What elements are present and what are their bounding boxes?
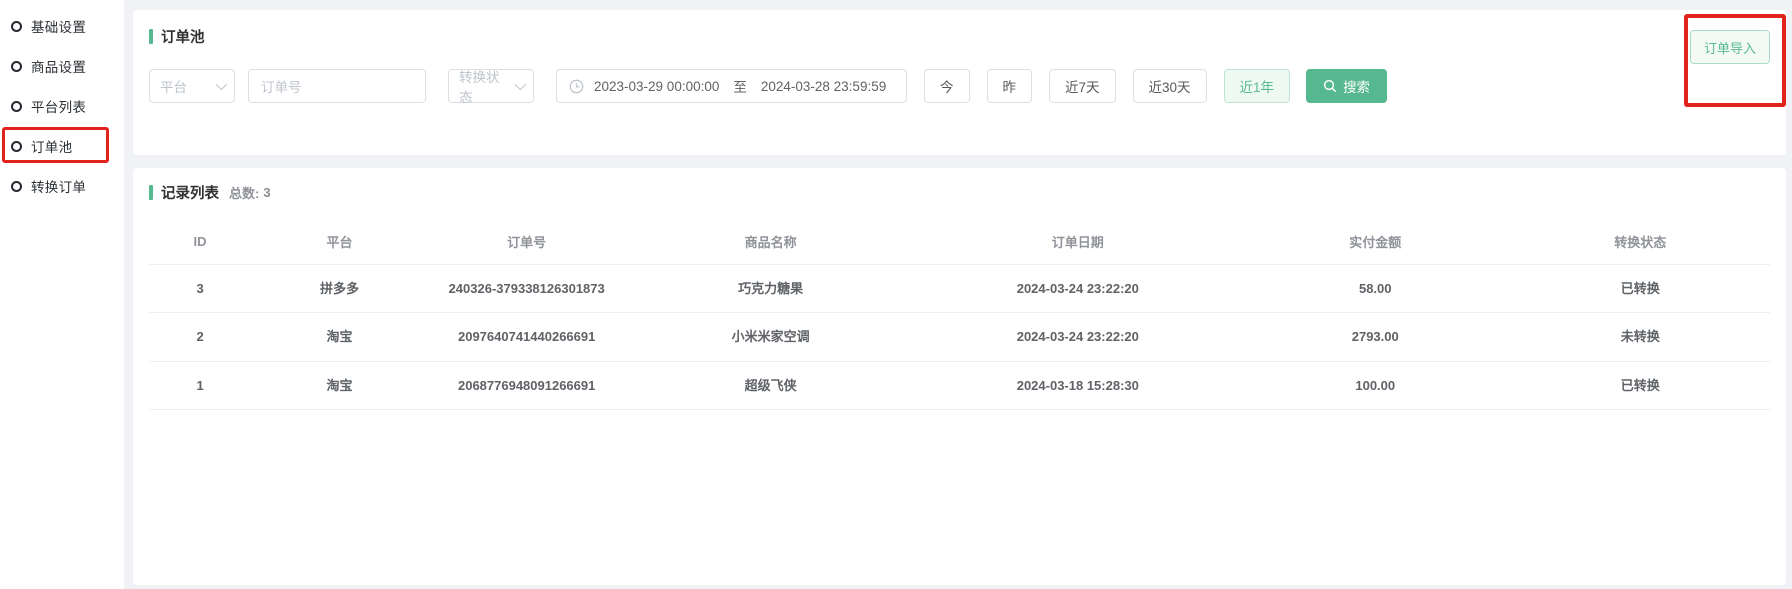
cell-product: 巧克力糖果 bbox=[626, 265, 916, 313]
cell-paid-amount: 58.00 bbox=[1240, 265, 1511, 313]
circle-icon bbox=[11, 141, 22, 152]
column-header: ID bbox=[149, 219, 251, 265]
cell-paid-amount: 2793.00 bbox=[1240, 313, 1511, 361]
column-header: 平台 bbox=[251, 219, 428, 265]
records-table: ID平台订单号商品名称订单日期实付金额转换状态 3拼多多240326-37933… bbox=[149, 219, 1770, 410]
cell-order-no: 2097640741440266691 bbox=[428, 313, 626, 361]
records-body: 3拼多多240326-379338126301873巧克力糖果2024-03-2… bbox=[149, 265, 1770, 410]
main-content: 订单池 平台 订单号 转换状态 2023-0 bbox=[133, 0, 1786, 589]
sidebar-item-product-settings[interactable]: 商品设置 bbox=[0, 46, 124, 86]
page-title: 订单池 bbox=[161, 26, 205, 47]
date-range-picker[interactable]: 2023-03-29 00:00:00 至 2024-03-28 23:59:5… bbox=[556, 69, 907, 103]
record-total-value: 3 bbox=[263, 185, 270, 200]
sidebar-item-basic-settings[interactable]: 基础设置 bbox=[0, 6, 124, 46]
sidebar-item-label: 转换订单 bbox=[31, 176, 86, 196]
circle-icon bbox=[11, 181, 22, 192]
convert-status-placeholder: 转换状态 bbox=[459, 66, 509, 106]
cell-id: 1 bbox=[149, 361, 251, 409]
cell-platform: 淘宝 bbox=[251, 313, 428, 361]
record-list-title-row: 记录列表 总数: 3 bbox=[149, 182, 1770, 203]
app-screen: 基础设置商品设置平台列表订单池转换订单 订单池 平台 订单号 转换状态 bbox=[0, 0, 1792, 589]
sidebar-item-label: 基础设置 bbox=[31, 16, 86, 36]
panel-title-row: 订单池 bbox=[149, 26, 1770, 47]
clock-icon bbox=[569, 79, 584, 94]
sidebar-item-order-pool[interactable]: 订单池 bbox=[0, 126, 124, 166]
chevron-down-icon bbox=[216, 79, 227, 90]
date-range-separator: 至 bbox=[733, 76, 747, 96]
cell-product: 超级飞侠 bbox=[626, 361, 916, 409]
sidebar-menu: 基础设置商品设置平台列表订单池转换订单 bbox=[0, 6, 124, 206]
table-row: 3拼多多240326-379338126301873巧克力糖果2024-03-2… bbox=[149, 265, 1770, 313]
title-accent-bar bbox=[149, 29, 153, 44]
sidebar: 基础设置商品设置平台列表订单池转换订单 bbox=[0, 0, 124, 589]
platform-select[interactable]: 平台 bbox=[149, 69, 235, 103]
records-table-wrap: ID平台订单号商品名称订单日期实付金额转换状态 3拼多多240326-37933… bbox=[149, 219, 1770, 410]
cell-paid-amount: 100.00 bbox=[1240, 361, 1511, 409]
record-list-panel: 记录列表 总数: 3 ID平台订单号商品名称订单日期实付金额转换状态 3拼多多2… bbox=[133, 168, 1786, 585]
order-pool-panel: 订单池 平台 订单号 转换状态 2023-0 bbox=[133, 10, 1786, 155]
platform-select-placeholder: 平台 bbox=[160, 76, 187, 96]
order-no-input[interactable]: 订单号 bbox=[248, 69, 426, 103]
sidebar-item-label: 平台列表 bbox=[31, 96, 86, 116]
chevron-down-icon bbox=[515, 79, 526, 90]
cell-order-no: 2068776948091266691 bbox=[428, 361, 626, 409]
cell-order-no: 240326-379338126301873 bbox=[428, 265, 626, 313]
table-row: 1淘宝2068776948091266691超级飞侠2024-03-18 15:… bbox=[149, 361, 1770, 409]
cell-order-date: 2024-03-24 23:22:20 bbox=[916, 313, 1240, 361]
records-header-row: ID平台订单号商品名称订单日期实付金额转换状态 bbox=[149, 219, 1770, 265]
sidebar-item-convert-order[interactable]: 转换订单 bbox=[0, 166, 124, 206]
record-total-label: 总数: bbox=[229, 183, 259, 202]
column-header: 订单号 bbox=[428, 219, 626, 265]
circle-icon bbox=[11, 21, 22, 32]
cell-convert-status: 已转换 bbox=[1511, 265, 1770, 313]
column-header: 订单日期 bbox=[916, 219, 1240, 265]
cell-convert-status: 已转换 bbox=[1511, 361, 1770, 409]
quick-range-button-2[interactable]: 近7天 bbox=[1049, 69, 1116, 103]
column-header: 转换状态 bbox=[1511, 219, 1770, 265]
search-button[interactable]: 搜索 bbox=[1306, 69, 1387, 103]
table-row: 2淘宝2097640741440266691小米米家空调2024-03-24 2… bbox=[149, 313, 1770, 361]
cell-order-date: 2024-03-24 23:22:20 bbox=[916, 265, 1240, 313]
cell-convert-status: 未转换 bbox=[1511, 313, 1770, 361]
circle-icon bbox=[11, 61, 22, 72]
title-accent-bar bbox=[149, 185, 153, 200]
sidebar-item-platform-list[interactable]: 平台列表 bbox=[0, 86, 124, 126]
quick-range-buttons: 今昨近7天近30天近1年 bbox=[907, 69, 1290, 103]
cell-id: 3 bbox=[149, 265, 251, 313]
quick-range-button-0[interactable]: 今 bbox=[924, 69, 970, 103]
quick-range-button-1[interactable]: 昨 bbox=[987, 69, 1033, 103]
search-button-label: 搜索 bbox=[1343, 76, 1370, 96]
search-icon bbox=[1323, 79, 1337, 93]
column-header: 实付金额 bbox=[1240, 219, 1511, 265]
sidebar-item-label: 商品设置 bbox=[31, 56, 86, 76]
order-no-placeholder: 订单号 bbox=[261, 76, 302, 96]
cell-platform: 拼多多 bbox=[251, 265, 428, 313]
quick-range-button-3[interactable]: 近30天 bbox=[1133, 69, 1207, 103]
record-list-title: 记录列表 bbox=[161, 182, 219, 203]
filter-toolbar: 平台 订单号 转换状态 2023-03-29 00:00:00 至 20 bbox=[149, 69, 1770, 103]
cell-id: 2 bbox=[149, 313, 251, 361]
cell-product: 小米米家空调 bbox=[626, 313, 916, 361]
column-header: 商品名称 bbox=[626, 219, 916, 265]
date-range-start: 2023-03-29 00:00:00 bbox=[594, 79, 719, 94]
convert-status-select[interactable]: 转换状态 bbox=[448, 69, 534, 103]
order-import-button[interactable]: 订单导入 bbox=[1690, 30, 1770, 64]
sidebar-item-label: 订单池 bbox=[31, 136, 72, 156]
cell-order-date: 2024-03-18 15:28:30 bbox=[916, 361, 1240, 409]
circle-icon bbox=[11, 101, 22, 112]
date-range-end: 2024-03-28 23:59:59 bbox=[761, 79, 886, 94]
cell-platform: 淘宝 bbox=[251, 361, 428, 409]
quick-range-button-4[interactable]: 近1年 bbox=[1224, 69, 1291, 103]
